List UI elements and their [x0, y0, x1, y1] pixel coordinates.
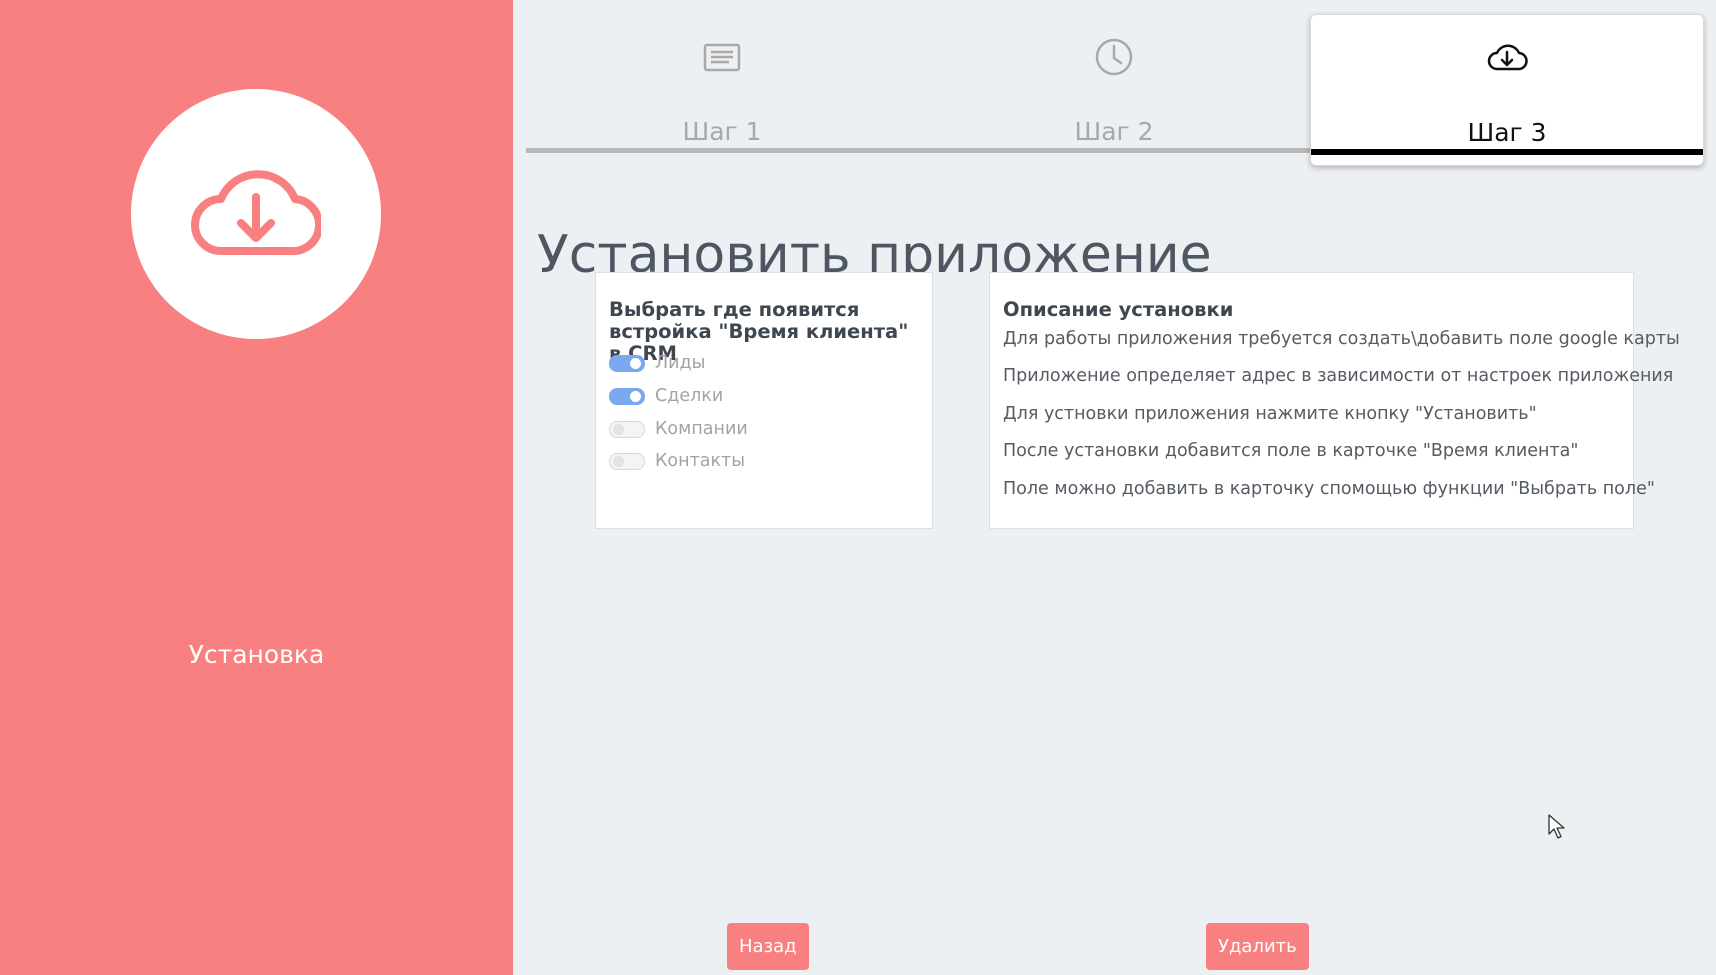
contacts-toggle-label: Контакты	[655, 451, 746, 471]
tab-step-2[interactable]: Шаг 2	[918, 14, 1310, 164]
sidebar-caption: Установка	[188, 640, 325, 669]
deals-toggle-label: Сделки	[655, 386, 724, 406]
description-line: Приложение определяет адрес в зависимост…	[1003, 366, 1674, 386]
deals-toggle[interactable]	[609, 387, 645, 405]
delete-button[interactable]: Удалить	[1206, 923, 1309, 970]
main-panel: Шаг 1 Шаг 2 Шаг 3 Установить приложение …	[513, 0, 1716, 975]
leads-toggle[interactable]	[609, 354, 645, 372]
description-line: Для работы приложения требуется создать\…	[1003, 329, 1680, 349]
description-line: Для устновки приложения нажмите кнопку "…	[1003, 404, 1537, 424]
tab-step-3-label: Шаг 3	[1467, 118, 1547, 147]
sidebar-icon-circle	[131, 89, 381, 339]
tab-step-1-label: Шаг 1	[682, 117, 762, 146]
companies-toggle-label: Компании	[655, 419, 748, 439]
active-tab-indicator	[1311, 149, 1703, 155]
description-line: Поле можно добавить в карточку спомощью …	[1003, 479, 1655, 499]
placement-card: Выбрать где появится встройка "Время кли…	[595, 272, 933, 529]
description-card-heading: Описание установки	[1003, 298, 1234, 321]
document-lines-icon	[703, 43, 741, 72]
tab-step-1[interactable]: Шаг 1	[526, 14, 918, 164]
back-button[interactable]: Назад	[727, 923, 809, 970]
toggle-row-leads[interactable]: Лиды	[609, 351, 705, 375]
description-card: Описание установки Для работы приложения…	[989, 272, 1680, 529]
contacts-toggle[interactable]	[609, 452, 645, 470]
sidebar: Установка	[0, 0, 513, 975]
cloud-download-icon	[191, 170, 321, 256]
companies-toggle[interactable]	[609, 420, 645, 438]
mouse-cursor-icon	[1548, 814, 1565, 839]
toggle-row-contacts[interactable]: Контакты	[609, 449, 745, 473]
toggle-row-deals[interactable]: Сделки	[609, 384, 723, 408]
tab-step-2-label: Шаг 2	[1074, 117, 1154, 146]
cloud-download-icon	[1487, 44, 1528, 71]
clock-icon	[1095, 38, 1133, 76]
leads-toggle-label: Лиды	[655, 353, 706, 373]
tab-step-3[interactable]: Шаг 3	[1310, 14, 1704, 166]
description-line: После установки добавится поле в карточк…	[1003, 441, 1579, 461]
toggle-row-companies[interactable]: Компании	[609, 417, 748, 441]
